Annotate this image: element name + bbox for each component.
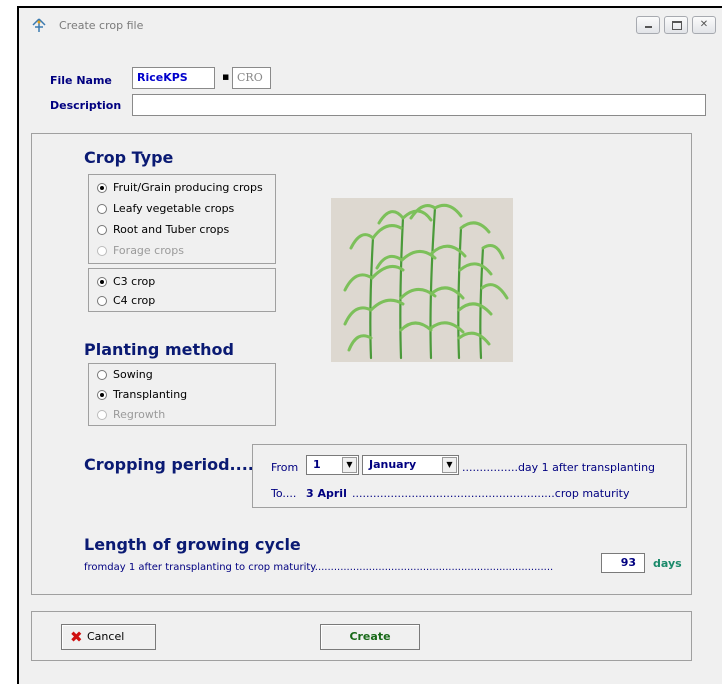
- cancel-button[interactable]: ✖ Cancel: [61, 624, 156, 650]
- cancel-label: Cancel: [87, 630, 125, 643]
- from-label: From: [271, 461, 299, 474]
- growing-cycle-description: fromday 1 after transplanting to crop ma…: [84, 562, 554, 573]
- description-label: Description: [50, 99, 122, 112]
- radio-fruit-grain[interactable]: Fruit/Grain producing crops: [97, 181, 263, 194]
- window-title: Create crop file: [59, 19, 144, 32]
- radio-forage: Forage crops: [97, 244, 184, 257]
- radio-label: Fruit/Grain producing crops: [113, 181, 263, 194]
- create-button[interactable]: Create: [320, 624, 420, 650]
- end-description: ........................................…: [352, 487, 630, 500]
- minimize-button[interactable]: [636, 16, 660, 34]
- radio-label: Regrowth: [113, 408, 166, 421]
- radio-button[interactable]: [97, 369, 107, 380]
- radio-c3-crop[interactable]: C3 crop: [97, 275, 155, 288]
- photosynthesis-group: C3 crop C4 crop: [88, 268, 276, 312]
- start-description: ................day 1 after transplantin…: [462, 461, 656, 474]
- radio-label: Sowing: [113, 368, 153, 381]
- radio-label: Transplanting: [113, 388, 188, 401]
- maximize-button[interactable]: [664, 16, 688, 34]
- radio-c4-crop[interactable]: C4 crop: [97, 294, 155, 307]
- file-extension-field: CRO: [232, 67, 271, 89]
- growing-cycle-title: Length of growing cycle: [84, 535, 301, 554]
- radio-label: Root and Tuber crops: [113, 223, 230, 236]
- radio-root-tuber[interactable]: Root and Tuber crops: [97, 223, 229, 236]
- dropdown-arrow-icon[interactable]: ▼: [442, 457, 457, 473]
- start-day-select[interactable]: 1 ▼: [306, 455, 359, 475]
- radio-button: [97, 409, 107, 420]
- radio-label: C4 crop: [113, 294, 156, 307]
- radio-label: C3 crop: [113, 275, 156, 288]
- radio-button: [97, 245, 107, 256]
- days-unit-label: days: [653, 557, 682, 570]
- radio-label: Forage crops: [113, 244, 184, 257]
- crop-illustration: [331, 198, 513, 362]
- planting-method-title: Planting method: [84, 340, 234, 359]
- file-name-label: File Name: [50, 74, 112, 87]
- radio-leafy-vegetable[interactable]: Leafy vegetable crops: [97, 202, 234, 215]
- description-input[interactable]: [132, 94, 706, 116]
- crop-type-group: Fruit/Grain producing crops Leafy vegeta…: [88, 174, 276, 264]
- file-name-input[interactable]: RiceKPS: [132, 67, 215, 89]
- radio-button[interactable]: [97, 203, 107, 214]
- cropping-period-title: Cropping period......: [84, 455, 267, 474]
- start-day-value: 1: [313, 458, 321, 471]
- close-button[interactable]: ✕: [692, 16, 716, 34]
- radio-label: Leafy vegetable crops: [113, 202, 235, 215]
- title-bar: Create crop file ✕: [19, 8, 722, 48]
- start-month-select[interactable]: January ▼: [362, 455, 459, 475]
- cancel-x-icon: ✖: [70, 628, 83, 646]
- dropdown-arrow-icon[interactable]: ▼: [342, 457, 357, 473]
- radio-button[interactable]: [97, 224, 107, 235]
- end-date: 3 April: [306, 487, 347, 500]
- radio-button[interactable]: [97, 276, 107, 287]
- radio-sowing[interactable]: Sowing: [97, 368, 153, 381]
- crop-type-title: Crop Type: [84, 148, 174, 167]
- radio-button[interactable]: [97, 295, 107, 306]
- start-month-value: January: [369, 458, 417, 471]
- to-label: To....: [271, 487, 297, 500]
- extension-separator: ▪: [222, 70, 230, 83]
- planting-method-group: Sowing Transplanting Regrowth: [88, 363, 276, 426]
- radio-button[interactable]: [97, 182, 107, 193]
- cycle-length-field: 93: [601, 553, 645, 573]
- app-icon: [32, 18, 46, 32]
- radio-regrowth: Regrowth: [97, 408, 165, 421]
- radio-button[interactable]: [97, 389, 107, 400]
- radio-transplanting[interactable]: Transplanting: [97, 388, 187, 401]
